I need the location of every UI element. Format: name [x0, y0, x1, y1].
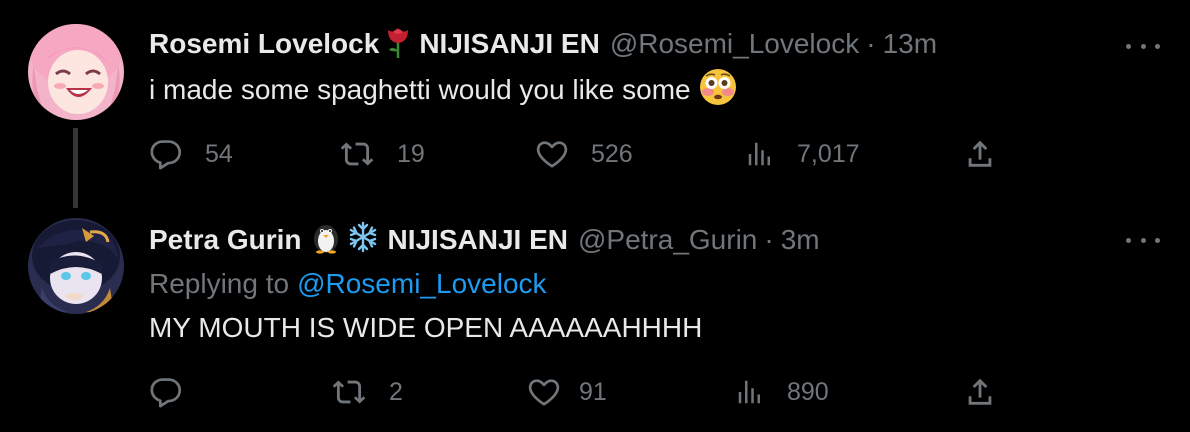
avatar-rosemi-image — [28, 24, 124, 120]
views-button[interactable]: 7,017 — [745, 132, 860, 176]
share-button[interactable] — [963, 132, 997, 176]
like-count: 91 — [579, 377, 607, 406]
tweet-text-content: i made some spaghetti would you like som… — [149, 74, 691, 105]
avatar-petra-image — [28, 218, 124, 314]
tweet-rosemi[interactable]: Rosemi Lovelock NIJISANJI EN @Rosemi_Lov… — [0, 0, 1190, 208]
snowflake-icon — [347, 221, 379, 260]
avatar-petra[interactable] — [28, 218, 124, 314]
reply-icon — [150, 378, 182, 408]
retweet-count: 2 — [389, 377, 403, 406]
affiliation: NIJISANJI EN — [419, 28, 600, 59]
penguin-icon — [311, 220, 341, 261]
separator: · — [764, 224, 774, 255]
timestamp[interactable]: 13m — [883, 28, 937, 60]
retweet-icon — [332, 380, 366, 404]
heart-icon — [528, 379, 560, 406]
flushed-face-icon — [699, 68, 737, 113]
reply-button[interactable]: 54 — [149, 132, 233, 176]
heart-icon — [536, 141, 568, 168]
thread-connector-line — [73, 128, 78, 208]
tweet-text: MY MOUTH IS WIDE OPEN AAAAAAHHHH — [149, 308, 702, 348]
handle[interactable]: @Petra_Gurin — [578, 224, 757, 256]
tweet-actions: 54 19 526 7,017 — [149, 132, 1009, 176]
views-bar-chart-icon — [748, 142, 770, 166]
share-button[interactable] — [963, 370, 997, 414]
more-options-icon[interactable] — [1126, 36, 1160, 56]
handle[interactable]: @Rosemi_Lovelock — [610, 28, 859, 60]
tweet-thread: Rosemi Lovelock NIJISANJI EN @Rosemi_Lov… — [0, 0, 1190, 432]
rose-icon — [385, 24, 411, 65]
retweet-button[interactable]: 2 — [331, 370, 403, 414]
separator: · — [866, 28, 876, 59]
tweet-petra[interactable]: Petra Gurin NIJISANJI EN @Petra_Gurin · … — [0, 200, 1190, 432]
tweet-text: i made some spaghetti would you like som… — [149, 68, 737, 112]
reply-count: 54 — [205, 139, 233, 168]
like-count: 526 — [591, 139, 633, 168]
retweet-icon — [340, 142, 374, 166]
replying-to-mention[interactable]: @Rosemi_Lovelock — [297, 268, 546, 300]
reply-icon — [150, 140, 182, 170]
retweet-button[interactable]: 19 — [339, 132, 425, 176]
share-icon — [968, 140, 992, 167]
affiliation: NIJISANJI EN — [387, 224, 568, 255]
timestamp[interactable]: 3m — [781, 224, 820, 256]
retweet-count: 19 — [397, 139, 425, 168]
view-count: 890 — [787, 377, 829, 406]
reply-button[interactable] — [149, 370, 205, 414]
like-button[interactable]: 91 — [527, 370, 607, 414]
views-bar-chart-icon — [738, 380, 760, 404]
tweet-actions: 2 91 890 — [149, 370, 1009, 414]
views-button[interactable]: 890 — [735, 370, 829, 414]
tweet-text-content: MY MOUTH IS WIDE OPEN AAAAAAHHHH — [149, 312, 703, 343]
like-button[interactable]: 526 — [535, 132, 633, 176]
replying-to: Replying to @Rosemi_Lovelock — [149, 264, 547, 304]
avatar-rosemi[interactable] — [28, 24, 124, 120]
display-name[interactable]: Petra Gurin — [149, 224, 301, 256]
tweet-header: Petra Gurin NIJISANJI EN @Petra_Gurin · … — [149, 220, 820, 260]
more-options-icon[interactable] — [1126, 230, 1160, 250]
replying-to-label: Replying to — [149, 268, 290, 299]
tweet-header: Rosemi Lovelock NIJISANJI EN @Rosemi_Lov… — [149, 24, 937, 64]
view-count: 7,017 — [797, 139, 860, 168]
share-icon — [968, 378, 992, 405]
display-name[interactable]: Rosemi Lovelock — [149, 28, 379, 60]
